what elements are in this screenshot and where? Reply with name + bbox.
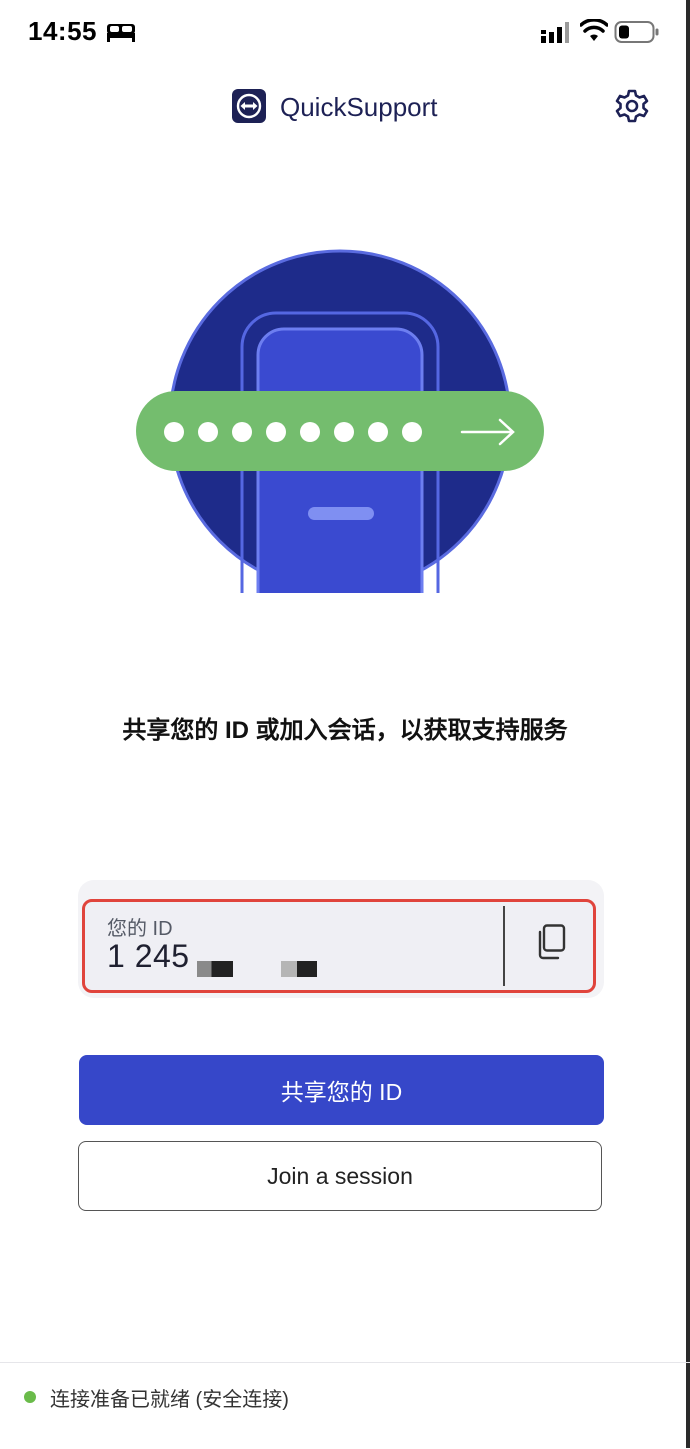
app-header: QuickSupport (0, 80, 690, 136)
divider (503, 906, 505, 986)
redacted-digits (281, 961, 317, 977)
redacted-digits (197, 961, 233, 977)
copy-icon[interactable] (537, 924, 567, 960)
connection-status-bar: 连接准备已就绪 (安全连接) (0, 1362, 690, 1449)
join-session-button[interactable]: Join a session (78, 1141, 602, 1211)
id-label: 您的 ID (107, 918, 173, 940)
id-field: 您的 ID 1 245 (82, 899, 596, 993)
share-id-button[interactable]: 共享您的 ID (79, 1055, 604, 1125)
connection-status: 连接准备已就绪 (安全连接) (50, 1389, 289, 1411)
app-title: QuickSupport (280, 92, 438, 122)
tagline: 共享您的 ID 或加入会话，以获取支持服务 (122, 717, 568, 744)
signal-icon (541, 22, 569, 43)
status-dot (24, 1391, 36, 1403)
wifi-icon (580, 19, 608, 41)
gear-icon[interactable] (614, 88, 650, 124)
bed-icon (107, 24, 135, 42)
status-time: 14:55 (28, 16, 97, 46)
hero-illustration (136, 249, 544, 605)
battery-icon (614, 21, 659, 43)
teamviewer-logo-icon (232, 89, 266, 123)
status-bar: 14:55 (0, 0, 690, 64)
id-value: 1 245 (107, 938, 190, 974)
